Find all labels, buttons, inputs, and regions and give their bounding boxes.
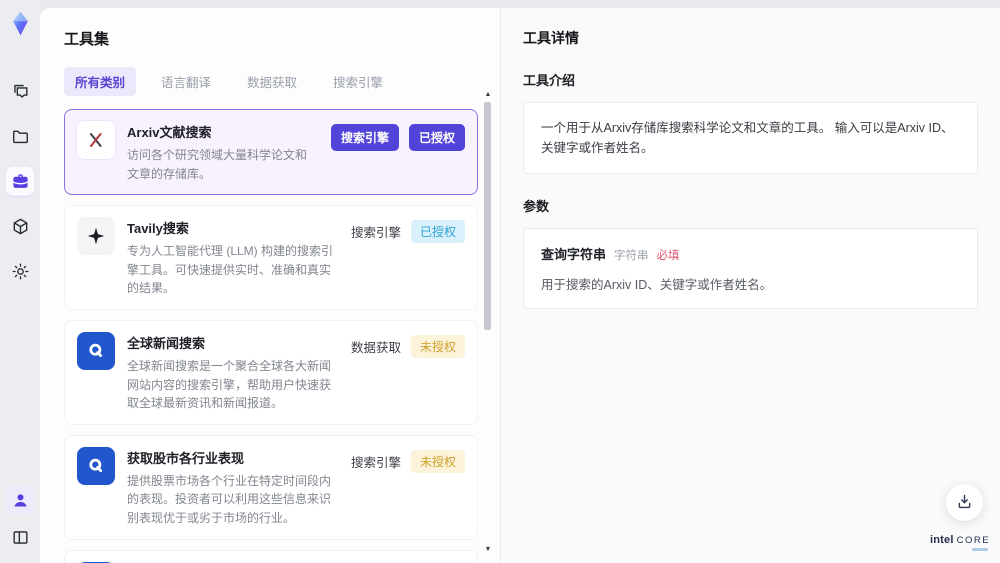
q-logo-icon xyxy=(77,331,115,370)
intro-heading: 工具介绍 xyxy=(523,73,576,88)
rail-nav xyxy=(6,77,34,285)
download-button[interactable] xyxy=(946,484,983,521)
auth-status-badge: 未授权 xyxy=(410,449,465,473)
auth-status-badge: 未授权 xyxy=(410,334,465,358)
tool-category-badge[interactable]: 搜索引擎 xyxy=(330,124,399,151)
tool-meta: 搜索引擎 已授权 xyxy=(350,217,465,244)
auth-status-badge: 已授权 xyxy=(410,220,465,244)
param-name: 查询字符串 xyxy=(541,247,607,262)
sidebar-item-gear[interactable] xyxy=(6,257,34,285)
tool-description: 访问各个研究领域大量科学论文和文章的存储库。 xyxy=(127,148,308,181)
left-rail xyxy=(0,0,40,563)
details-title: 工具详情 xyxy=(523,30,579,46)
tool-card[interactable]: 获取股市各行业表现 提供股票市场各个行业在特定时间段内的表现。投资者可以利用这些… xyxy=(64,434,478,540)
app-logo-icon xyxy=(7,10,34,37)
q-logo-icon xyxy=(77,446,115,485)
tool-list: Arxiv文献搜索 访问各个研究领域大量科学论文和文章的存储库。 搜索引擎 已授权… xyxy=(64,109,500,563)
intel-core-logo: intel CORE xyxy=(930,534,991,551)
sidebar-item-folder[interactable] xyxy=(6,122,34,150)
main-content: 工具集 所有类别 语言翻译 数据获取 搜索引擎 Arxiv文献搜索 访问各个研究领域大… xyxy=(40,8,1000,563)
auth-status-badge[interactable]: 已授权 xyxy=(408,124,465,151)
sidebar-item-toolbox[interactable] xyxy=(6,167,34,195)
folder-icon xyxy=(11,127,30,146)
download-icon xyxy=(955,492,974,514)
cube-icon xyxy=(11,217,30,236)
tool-card[interactable]: 获取市场最活跃股票信息 提供当天交易量最高的股票列表，投资者可以利用这些信息来识… xyxy=(64,549,478,563)
tool-card[interactable]: 全球新闻搜索 全球新闻搜索是一个聚合全球各大新闻网站内容的搜索引擎，帮助用户快速… xyxy=(64,319,478,425)
tool-meta: 搜索引擎 已授权 xyxy=(330,121,465,151)
tool-meta: 搜索引擎未授权 xyxy=(351,447,465,473)
arxiv-x-icon xyxy=(77,121,115,159)
tool-meta: 数据获取 未授权 xyxy=(351,332,465,358)
tool-name: Arxiv文献搜索 xyxy=(127,125,212,140)
gear-icon xyxy=(11,262,30,281)
tool-category-badge: 数据获取 xyxy=(350,340,401,355)
brand-intel: intel xyxy=(930,534,954,546)
tool-description: 提供股票市场各个行业在特定时间段内的表现。投资者可以利用这些信息来识别表现优于或… xyxy=(127,473,332,525)
page-title: 工具集 xyxy=(64,31,110,48)
tool-name: Tavily搜索 xyxy=(127,221,189,237)
params-heading: 参数 xyxy=(523,199,550,214)
tool-name: 全球新闻搜索 xyxy=(127,335,206,351)
param-type: 字符串 xyxy=(614,250,649,262)
tool-category-badge: 搜索引擎 xyxy=(350,455,401,470)
toolbox-icon xyxy=(11,172,30,191)
rail-nav-bottom xyxy=(6,486,34,551)
category-tab-1[interactable]: 语言翻译 xyxy=(150,67,222,96)
category-tab-3[interactable]: 搜索引擎 xyxy=(322,67,394,96)
param-required-badge: 必填 xyxy=(656,250,680,262)
param-description: 用于搜索的Arxiv ID、关键字或作者姓名。 xyxy=(541,278,773,292)
app-window: 工具集 所有类别 语言翻译 数据获取 搜索引擎 Arxiv文献搜索 访问各个研究领域大… xyxy=(0,0,1000,563)
scroll-up-icon[interactable]: ▲ xyxy=(483,90,493,100)
list-scrollbar[interactable]: ▲ ▼ xyxy=(483,91,493,555)
tool-description: 专为人工智能代理 (LLM) 构建的搜索引擎工具。可快速提供实时、准确和真实的结… xyxy=(127,244,334,296)
scrollbar-thumb[interactable] xyxy=(484,102,491,330)
intro-text: 一个用于从Arxiv存储库搜索科学论文和文章的工具。 输入可以是Arxiv ID… xyxy=(541,121,954,155)
tool-card[interactable]: Tavily搜索 专为人工智能代理 (LLM) 构建的搜索引擎工具。可快速提供实… xyxy=(64,205,478,310)
split-panel-icon xyxy=(11,528,30,547)
tool-name: 获取股市各行业表现 xyxy=(127,450,245,466)
param-list: 查询字符串 字符串 必填 用于搜索的Arxiv ID、关键字或作者姓名。 xyxy=(523,228,978,309)
category-tab-0[interactable]: 所有类别 xyxy=(64,67,137,96)
tool-description: 全球新闻搜索是一个聚合全球各大新闻网站内容的搜索引擎，帮助用户快速获取全球最新资… xyxy=(127,358,332,411)
chat-icon xyxy=(11,82,30,101)
category-tab-2[interactable]: 数据获取 xyxy=(236,67,308,96)
intro-card: 一个用于从Arxiv存储库搜索科学论文和文章的工具。 输入可以是Arxiv ID… xyxy=(523,102,978,174)
sidebar-item-user[interactable] xyxy=(6,486,34,514)
sidebar-item-cube[interactable] xyxy=(6,212,34,240)
details-panel: 工具详情 工具介绍 一个用于从Arxiv存储库搜索科学论文和文章的工具。 输入可… xyxy=(500,8,1000,563)
scroll-down-icon[interactable]: ▼ xyxy=(483,545,493,555)
sidebar-item-split-panel[interactable] xyxy=(6,523,34,551)
tools-panel: 工具集 所有类别 语言翻译 数据获取 搜索引擎 Arxiv文献搜索 访问各个研究领域大… xyxy=(40,8,500,563)
sparkle-icon xyxy=(77,217,115,256)
brand-accent xyxy=(972,548,988,551)
user-icon xyxy=(11,491,30,510)
param-card: 查询字符串 字符串 必填 用于搜索的Arxiv ID、关键字或作者姓名。 xyxy=(523,228,978,309)
brand-core: CORE xyxy=(956,535,991,546)
category-tabs: 所有类别 语言翻译 数据获取 搜索引擎 xyxy=(64,67,500,96)
sidebar-item-chat[interactable] xyxy=(6,77,34,105)
tool-category-badge: 搜索引擎 xyxy=(350,226,401,241)
tool-card[interactable]: Arxiv文献搜索 访问各个研究领域大量科学论文和文章的存储库。 搜索引擎 已授权 xyxy=(64,109,478,196)
